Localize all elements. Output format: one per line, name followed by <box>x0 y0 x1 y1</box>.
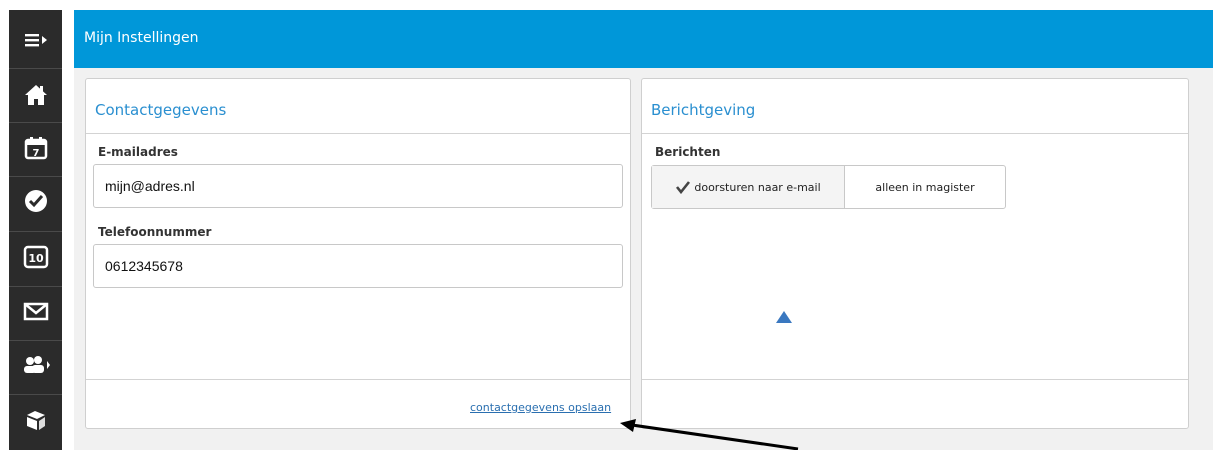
nav-books[interactable] <box>9 400 62 440</box>
nav-mail[interactable] <box>9 291 62 331</box>
footer-divider <box>642 379 1188 380</box>
menu-toggle-icon <box>24 34 47 47</box>
toggle-forward-email-label: doorsturen naar e-mail <box>694 180 821 194</box>
calendar-icon-day: 7 <box>32 148 39 159</box>
books-icon <box>26 411 45 430</box>
checkmark-icon <box>24 190 47 212</box>
email-field[interactable]: mijn@adres.nl <box>93 164 623 208</box>
sidebar: 7 10 <box>9 10 62 450</box>
calendar-icon: 7 <box>24 137 47 160</box>
home-icon <box>24 85 47 105</box>
checkmark-icon <box>676 181 691 194</box>
divider <box>642 133 1188 134</box>
phone-label: Telefoonnummer <box>98 225 212 239</box>
nav-tasks[interactable] <box>9 181 62 221</box>
nav-calendar[interactable]: 7 <box>9 128 62 168</box>
email-value: mijn@adres.nl <box>105 178 195 194</box>
contact-panel-title: Contactgegevens <box>95 101 227 119</box>
page-title: Mijn Instellingen <box>84 30 199 46</box>
toggle-forward-email[interactable]: doorsturen naar e-mail <box>652 166 845 208</box>
messages-toggle: doorsturen naar e-mail alleen in magiste… <box>651 165 1006 209</box>
annotation-arrow-icon <box>620 419 799 450</box>
notifications-panel-title: Berichtgeving <box>651 101 756 119</box>
phone-field[interactable]: 0612345678 <box>93 244 623 288</box>
email-label: E-mailadres <box>98 145 178 159</box>
messages-label: Berichten <box>655 145 721 159</box>
divider <box>86 133 630 134</box>
triangle-up-icon <box>776 311 792 323</box>
grades-icon-value: 10 <box>28 252 44 265</box>
contact-panel: Contactgegevens E-mailadres mijn@adres.n… <box>85 78 631 429</box>
toggle-only-magister-label: alleen in magister <box>875 180 975 194</box>
nav-grades[interactable]: 10 <box>9 237 62 277</box>
users-icon <box>23 356 50 373</box>
nav-users[interactable] <box>9 345 62 385</box>
notifications-panel: Berichtgeving Berichten doorsturen naar … <box>641 78 1189 429</box>
page-header: Mijn Instellingen <box>74 10 1213 68</box>
footer-divider <box>86 379 630 380</box>
mail-icon <box>23 302 48 321</box>
toggle-only-magister[interactable]: alleen in magister <box>845 166 1005 208</box>
menu-toggle-button[interactable] <box>9 20 62 60</box>
nav-home[interactable] <box>9 75 62 115</box>
phone-value: 0612345678 <box>105 258 183 274</box>
save-contact-link[interactable]: contactgegevens opslaan <box>470 401 611 414</box>
grades-icon: 10 <box>23 245 48 269</box>
